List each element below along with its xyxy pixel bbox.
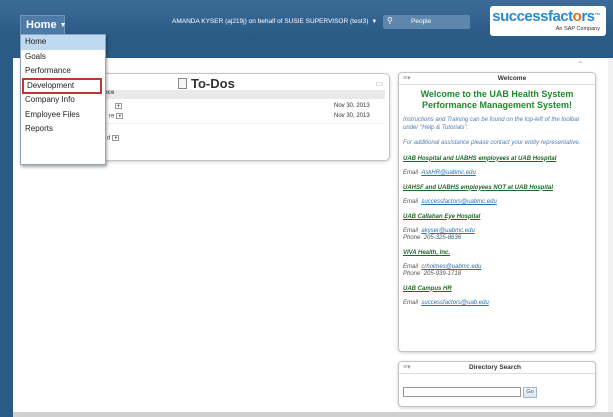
welcome-panel-header: ≡▾ Welcome bbox=[399, 73, 595, 85]
directory-search-panel: ≡▾ Directory Search Go bbox=[398, 361, 596, 407]
home-menu-button[interactable]: Home ▼ bbox=[20, 15, 67, 34]
instructions-text: Instructions and Training can be found o… bbox=[403, 117, 580, 131]
search-icon: ⚲ bbox=[387, 16, 393, 25]
todo-row[interactable]: d ▼ bbox=[107, 135, 120, 142]
menu-item-home[interactable]: Home bbox=[21, 35, 105, 50]
phone-number: 205-939-1718 bbox=[423, 270, 462, 277]
todo-due-date: Nov 30, 2013 bbox=[334, 113, 370, 119]
top-header: Home ▼ AMANDA KYSER (aj219j) on behalf of… bbox=[0, 0, 613, 36]
go-button[interactable]: Go bbox=[523, 387, 537, 398]
phone-number: 205-325-8636 bbox=[423, 234, 462, 241]
email-link[interactable]: crholmes@uabmc.edu bbox=[421, 264, 481, 270]
section-title[interactable]: VIVA Health, Inc. bbox=[403, 250, 591, 256]
menu-item-development[interactable]: Development bbox=[22, 77, 102, 94]
menu-item-employee-files[interactable]: Employee Files bbox=[21, 108, 105, 123]
email-link[interactable]: successfactors@uab.edu bbox=[421, 300, 488, 306]
contact-info: Email akyser@uabmc.edu Phone 205-325-8636 bbox=[403, 227, 475, 241]
section-title[interactable]: UAB Callahan Eye Hospital bbox=[403, 214, 591, 220]
section-title[interactable]: UAHSF and UABHS employees NOT at UAB Hos… bbox=[403, 185, 591, 191]
section-title[interactable]: UAB Hospital and UABHS employees at UAB … bbox=[403, 156, 591, 162]
successfactors-logo[interactable]: successfactors™ An SAP Company bbox=[490, 6, 606, 36]
contact-info: Email crholmes@uabmc.edu Phone 205-939-17… bbox=[403, 263, 482, 277]
todo-row[interactable]: ▼ bbox=[113, 103, 122, 110]
horizontal-scrollbar[interactable] bbox=[13, 412, 613, 417]
people-search-input[interactable]: ⚲ People bbox=[383, 15, 470, 29]
email-link[interactable]: AskHR@uabmc.edu bbox=[421, 170, 475, 176]
section-title[interactable]: UAB Campus HR bbox=[403, 286, 591, 292]
email-link[interactable]: akyser@uabmc.edu bbox=[421, 228, 474, 234]
assistance-text: For additional assistance please contact… bbox=[403, 140, 581, 146]
panel-menu-icon[interactable]: ≡▾ bbox=[403, 363, 411, 371]
dropdown-icon[interactable]: ▼ bbox=[115, 103, 122, 109]
vertical-scrollbar[interactable] bbox=[608, 58, 613, 413]
document-icon bbox=[178, 78, 187, 89]
contact-info: Email successfactors@uab.edu bbox=[403, 299, 489, 306]
email-link[interactable]: successfactors@uabmc.edu bbox=[421, 199, 496, 205]
directory-panel-header: ≡▾ Directory Search bbox=[399, 362, 595, 374]
chevron-down-icon: ▼ bbox=[371, 19, 378, 25]
menu-item-company-info[interactable]: Company Info bbox=[21, 93, 105, 108]
todo-due-date: Nov 30, 2013 bbox=[334, 103, 370, 109]
chevron-up-icon[interactable]: ⌃ bbox=[577, 60, 584, 69]
proxy-user-menu[interactable]: AMANDA KYSER (aj219j) on behalf of SUSIE… bbox=[172, 18, 377, 25]
welcome-headline: Welcome to the UAB Health System Perform… bbox=[420, 89, 574, 110]
home-dropdown-menu: Home Goals Performance Development Compa… bbox=[20, 34, 106, 165]
dropdown-icon[interactable]: ▼ bbox=[116, 113, 124, 119]
welcome-panel: ≡▾ Welcome Welcome to the UAB Health Sys… bbox=[398, 72, 596, 352]
directory-search-input[interactable] bbox=[403, 387, 521, 397]
chevron-down-icon: ▼ bbox=[59, 22, 67, 29]
menu-item-reports[interactable]: Reports bbox=[21, 122, 105, 137]
contact-info: Email successfactors@uabmc.edu bbox=[403, 198, 497, 205]
contact-info: Email AskHR@uabmc.edu bbox=[403, 169, 476, 176]
dropdown-icon[interactable]: ▼ bbox=[112, 135, 120, 141]
todos-title: To-Dos bbox=[191, 76, 235, 91]
menu-item-performance[interactable]: Performance bbox=[21, 64, 105, 79]
menu-item-goals[interactable]: Goals bbox=[21, 50, 105, 65]
window-icon[interactable]: ▭ bbox=[375, 79, 383, 88]
todo-row[interactable]: re ▼ bbox=[109, 113, 124, 120]
